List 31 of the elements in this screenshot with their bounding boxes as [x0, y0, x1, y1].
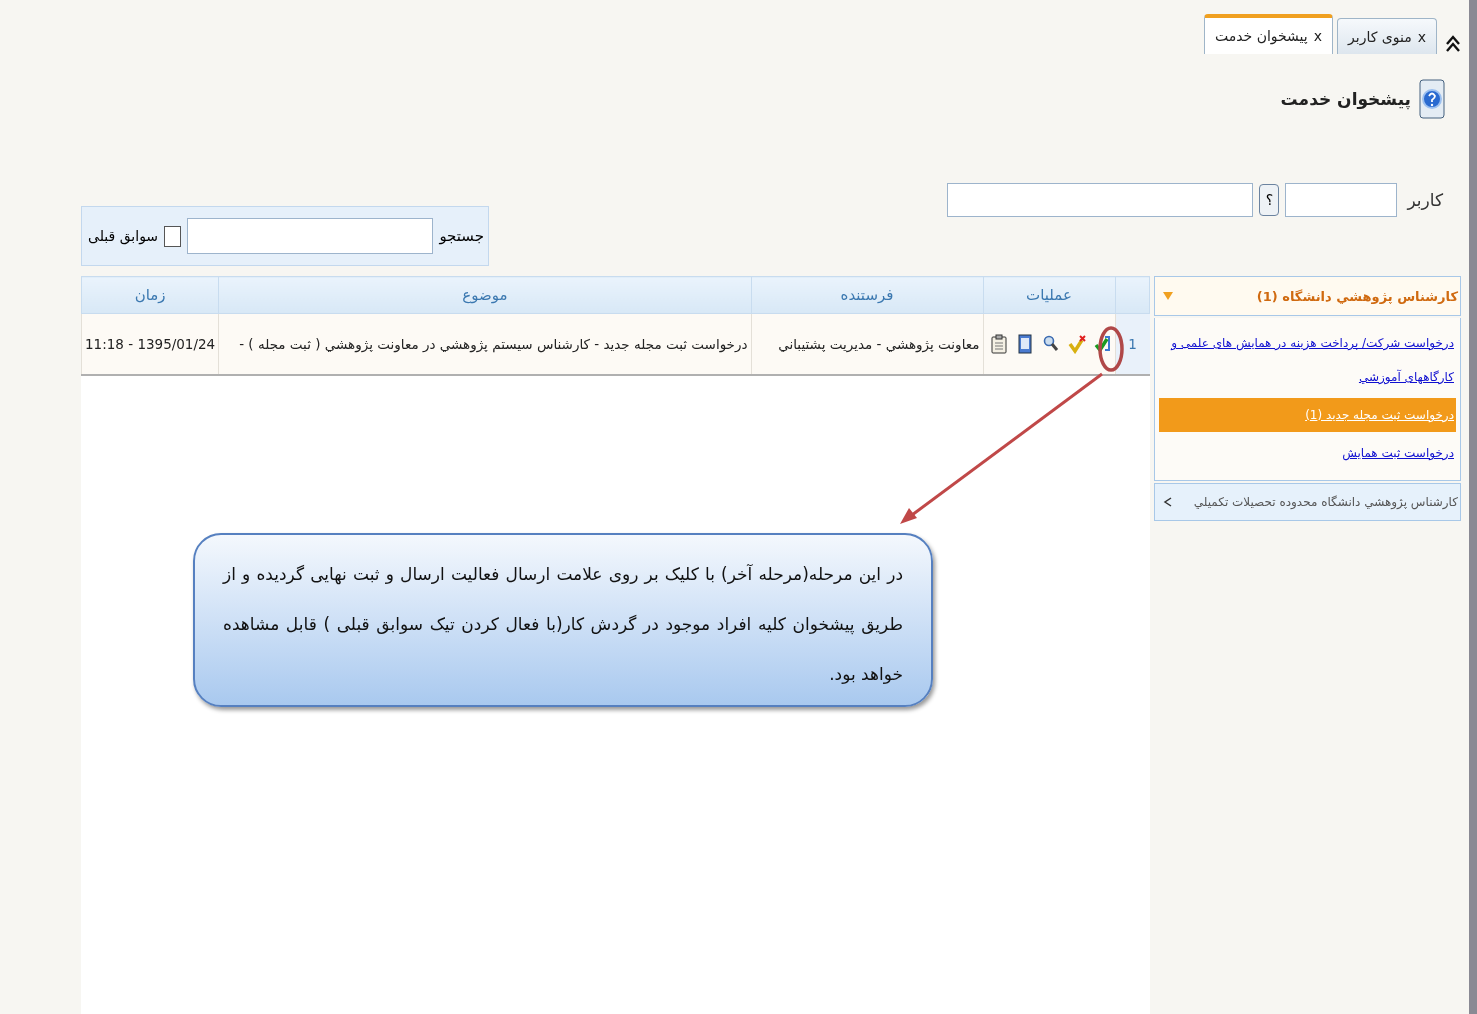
history-checkbox[interactable] — [164, 225, 182, 247]
column-header[interactable]: عملیات — [983, 276, 1115, 314]
menu-link[interactable]: درخواست ثبت همایش — [1159, 440, 1456, 466]
sender-cell: معاونت پژوهشي - مدیریت پشتیباني — [751, 313, 983, 375]
highlight-circle — [1098, 326, 1124, 372]
subject-cell: درخواست ثبت مجله جدید - کارشناس سیستم پژوهشي در معاونت پژوهشي ( ثبت مجله ) - — [218, 313, 751, 375]
time-cell: 1395/01/24 - 11:18 — [81, 313, 219, 375]
help-button[interactable]: ؟ — [1259, 184, 1280, 216]
column-header[interactable]: فرستنده — [751, 276, 983, 314]
clipboard-icon[interactable] — [989, 334, 1008, 354]
user-name-field[interactable] — [947, 183, 1254, 217]
row-number: 1 — [1115, 313, 1150, 375]
group-header[interactable]: کارشناس پژوهشي دانشگاه (1) — [1154, 276, 1461, 316]
menu-link[interactable]: کارگاههای آموزشي — [1159, 364, 1456, 390]
caret-icon[interactable] — [1163, 497, 1173, 507]
history-label: سوابق قبلی — [88, 228, 159, 244]
help-icon — [1419, 79, 1445, 119]
document-icon[interactable] — [1015, 334, 1034, 354]
group-header[interactable]: کارشناس پژوهشي دانشگاه محدوده تحصیلات تکمیلي — [1154, 483, 1461, 521]
search-field[interactable] — [187, 218, 434, 254]
menu-link[interactable]: درخواست شرکت/ پرداخت هزینه در همایش های علمی و — [1159, 330, 1456, 356]
column-header[interactable]: زمان — [81, 276, 219, 314]
user-code-field[interactable] — [1285, 183, 1398, 217]
send-icon[interactable] — [1093, 334, 1112, 354]
column-header[interactable]: موضوع — [218, 276, 751, 314]
search-label: جستجو — [439, 227, 484, 245]
check-icon[interactable] — [1067, 334, 1086, 354]
search-icon[interactable] — [1041, 334, 1060, 354]
page-title: پیشخوان خدمت — [1280, 89, 1411, 109]
callout-note: در این مرحله(مرحله آخر) با کلیک بر روی علامت ارسال فعالیت ارسال و ثبت نهایی گردیده و از طریق پیشخوان کلیه افراد موجود در گردش کار(با فعال کردن تیک سوابق قبلی ) قابل مشاهده خواهد بود. — [193, 533, 933, 707]
user-label: کاربر — [1407, 190, 1443, 210]
